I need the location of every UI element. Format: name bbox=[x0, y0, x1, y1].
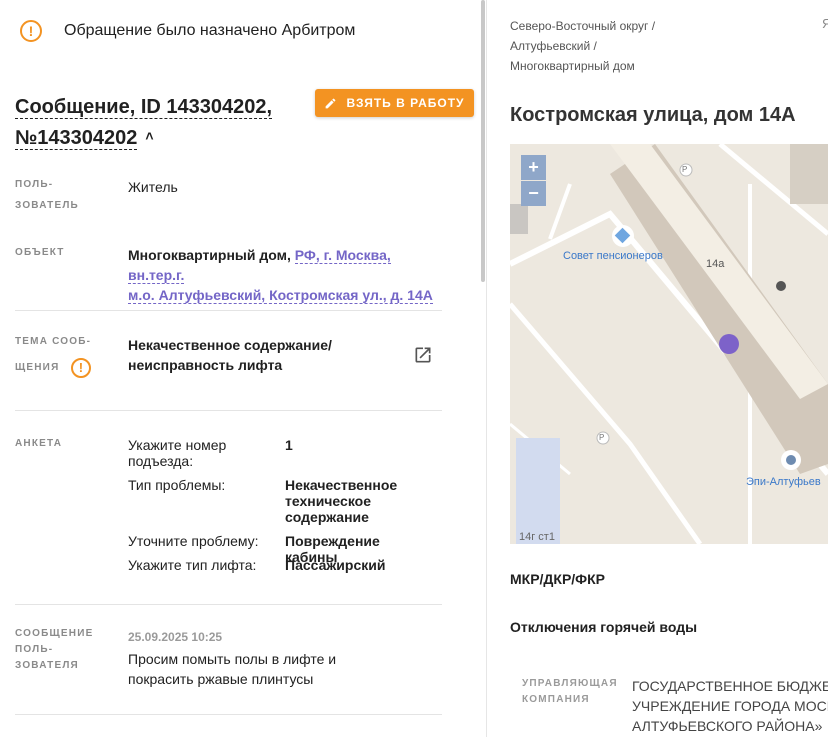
notice-text: Обращение было назначено Арбитром bbox=[64, 22, 356, 39]
building-number: 14г ст1 bbox=[519, 531, 555, 543]
management-label: УПРАВЛЯЮЩАЯ КОМПАНИЯ bbox=[522, 678, 618, 705]
title-line-2: №143304202 bbox=[15, 127, 138, 150]
appeal-panel: ! Обращение было назначено Арбитром Сооб… bbox=[0, 0, 486, 737]
take-to-work-label: ВЗЯТЬ В РАБОТУ bbox=[346, 96, 465, 110]
survey-key: Тип проблемы: bbox=[128, 477, 226, 493]
user-message-label: СООБЩЕНИЕ ПОЛЬ- ЗОВАТЕЛЯ bbox=[15, 628, 94, 671]
zoom-out-button[interactable]: − bbox=[521, 181, 546, 206]
divider bbox=[15, 310, 442, 311]
user-label: ПОЛЬ- ЗОВАТЕЛЬ bbox=[15, 179, 79, 211]
poi-label[interactable]: Эпи-Алтуфьев bbox=[746, 476, 821, 488]
survey-key: Укажите тип лифта: bbox=[128, 557, 257, 573]
object-panel: Северо-Восточный округ / Алтуфьевский / … bbox=[487, 0, 828, 737]
yandex-logo: Я bbox=[822, 16, 828, 31]
survey-label: АНКЕТА bbox=[15, 438, 63, 449]
breadcrumb: Северо-Восточный округ / Алтуфьевский / … bbox=[510, 16, 655, 76]
breadcrumb-type[interactable]: Многоквартирный дом bbox=[510, 56, 655, 76]
arbiter-notice: ! Обращение было назначено Арбитром bbox=[20, 20, 355, 42]
message-date: 25.09.2025 10:25 bbox=[128, 630, 223, 644]
divider bbox=[15, 604, 442, 605]
breadcrumb-area[interactable]: Алтуфьевский / bbox=[510, 36, 655, 56]
open-external-icon[interactable] bbox=[413, 345, 433, 365]
topic-value: Некачественное содержание/неисправность … bbox=[128, 337, 332, 373]
hot-water-section[interactable]: Отключения горячей воды bbox=[510, 619, 697, 635]
breadcrumb-district[interactable]: Северо-Восточный округ / bbox=[510, 16, 655, 36]
building-number: 14а bbox=[706, 258, 725, 270]
survey-key: Укажите номер подъезда: bbox=[128, 437, 227, 469]
take-to-work-button[interactable]: ВЗЯТЬ В РАБОТУ bbox=[315, 89, 474, 117]
user-value: Житель bbox=[128, 179, 178, 195]
survey-value: 1 bbox=[285, 437, 293, 453]
map[interactable]: + − P P Совет пенсионеров 14а Эпи-Алтуфь… bbox=[510, 144, 828, 544]
pencil-icon bbox=[326, 98, 336, 108]
topic-warning-icon[interactable]: ! bbox=[71, 357, 92, 378]
parking-icon: P bbox=[682, 165, 688, 174]
object-value: Многоквартирный дом, РФ, г. Москва, вн.т… bbox=[128, 245, 438, 305]
zoom-in-button[interactable]: + bbox=[521, 155, 546, 180]
chevron-up-icon[interactable]: ˄ bbox=[145, 121, 153, 152]
title-line-1: Сообщение, ID 143304202, bbox=[15, 96, 273, 119]
zoom-controls: + − bbox=[521, 155, 546, 206]
repair-section[interactable]: МКР/ДКР/ФКР bbox=[510, 571, 605, 587]
management-value: ГОСУДАРСТВЕННОЕ БЮДЖЕТНУЧРЕЖДЕНИЕ ГОРОДА… bbox=[632, 678, 828, 734]
scrollbar[interactable] bbox=[481, 0, 485, 282]
warning-icon: ! bbox=[20, 20, 42, 42]
object-label: ОБЪЕКТ bbox=[15, 247, 65, 258]
object-address-link-2[interactable]: м.о. Алтуфьевский, Костромская ул., д. 1… bbox=[128, 287, 433, 304]
address-title: Костромская улица, дом 14А bbox=[510, 104, 796, 126]
poi-label[interactable]: Совет пенсионеров bbox=[563, 250, 663, 262]
object-type: Многоквартирный дом, bbox=[128, 247, 291, 263]
parking-icon: P bbox=[599, 433, 605, 442]
survey-value: Некачественное техническое содержание bbox=[285, 477, 398, 525]
topic-label: ТЕМА СООБ- ЩЕНИЯ ! bbox=[15, 331, 92, 378]
divider bbox=[15, 410, 442, 411]
survey-value: Пассажирский bbox=[285, 557, 386, 573]
message-text: Просим помыть полы в лифте и покрасить рж… bbox=[128, 651, 337, 687]
page-title[interactable]: Сообщение, ID 143304202, №143304202 ˄ bbox=[15, 92, 305, 155]
survey-key: Уточните проблему: bbox=[128, 533, 259, 549]
divider bbox=[15, 714, 442, 715]
